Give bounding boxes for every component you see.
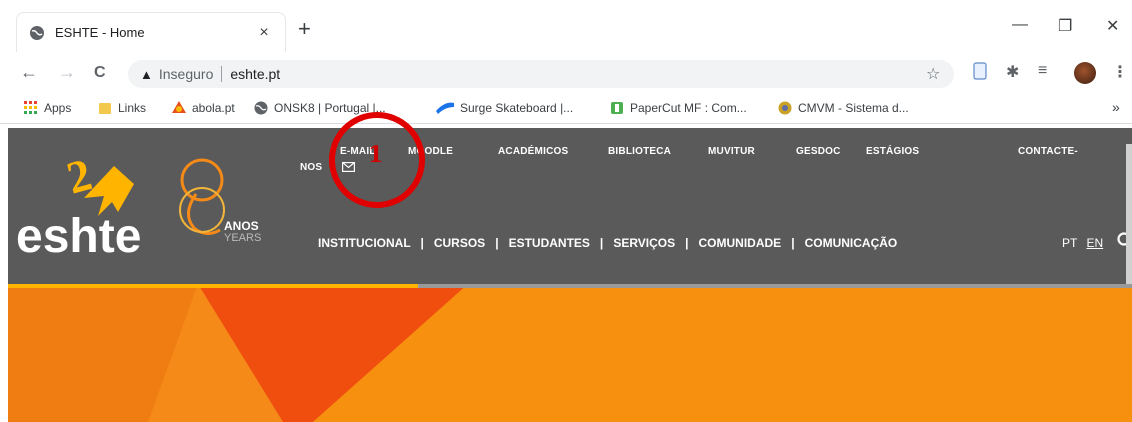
main-nav-institucional[interactable]: INSTITUCIONAL bbox=[318, 236, 410, 250]
svg-text:2: 2 bbox=[61, 154, 96, 204]
search-icon[interactable] bbox=[1116, 232, 1126, 250]
top-nav-biblioteca[interactable]: BIBLIOTECA bbox=[608, 146, 671, 157]
bookmark-cmvm[interactable]: CMVM - Sistema d... bbox=[778, 101, 909, 115]
hero-graphic bbox=[8, 284, 1132, 422]
bookmark-surge[interactable]: Surge Skateboard |... bbox=[436, 101, 573, 115]
restore-button[interactable]: ❐ bbox=[1058, 16, 1072, 36]
top-nav-contacte[interactable]: CONTACTE- bbox=[1018, 146, 1078, 157]
papercut-icon bbox=[611, 102, 623, 114]
bookmark-abola[interactable]: abola.pt bbox=[172, 101, 235, 115]
new-tab-button[interactable]: + bbox=[298, 18, 311, 40]
apps-grid-icon bbox=[24, 101, 37, 114]
nav-separator: | bbox=[488, 236, 506, 250]
site-header: 2 eshte ANOS YEARS E-MAIL MOODLE ACADÉMI… bbox=[8, 128, 1132, 284]
profile-avatar[interactable] bbox=[1074, 62, 1096, 84]
warning-icon[interactable]: ▲ bbox=[140, 67, 153, 82]
bookmark-label: Links bbox=[118, 101, 147, 115]
bookmark-label: abola.pt bbox=[192, 101, 235, 115]
hero-banner bbox=[8, 284, 1132, 422]
bookmarks-overflow-button[interactable]: » bbox=[1112, 99, 1120, 115]
main-nav-comunicacao[interactable]: COMUNICAÇÃO bbox=[805, 236, 898, 250]
globe-icon bbox=[30, 25, 44, 40]
main-nav-servicos[interactable]: SERVIÇOS bbox=[613, 236, 675, 250]
nav-separator: | bbox=[678, 236, 696, 250]
anniversary-anos: ANOS bbox=[224, 219, 259, 233]
minimize-button[interactable]: — bbox=[1012, 16, 1028, 34]
bookmark-label: Surge Skateboard |... bbox=[460, 101, 574, 115]
main-nav-cursos[interactable]: CURSOS bbox=[434, 236, 485, 250]
cmvm-icon bbox=[778, 101, 792, 115]
accent-bar bbox=[8, 284, 418, 288]
surge-icon bbox=[436, 102, 454, 114]
bookmarks-bar: Apps Links abola.pt ONSK8 | Portugal |..… bbox=[0, 94, 1132, 124]
top-nav-muvitur[interactable]: MUVITUR bbox=[708, 146, 755, 157]
top-nav-academicos[interactable]: ACADÉMICOS bbox=[498, 146, 568, 157]
divider bbox=[221, 66, 223, 82]
address-bar[interactable]: ▲ Inseguro eshte.pt bbox=[128, 60, 954, 88]
document-extension-icon[interactable] bbox=[972, 62, 988, 80]
reload-button[interactable]: C bbox=[94, 64, 106, 82]
extensions-puzzle-icon[interactable]: ✱ bbox=[1006, 62, 1019, 82]
close-window-button[interactable]: ✕ bbox=[1106, 16, 1119, 36]
bookmark-label: Apps bbox=[44, 101, 72, 115]
security-label: Inseguro bbox=[158, 66, 214, 82]
bookmark-label: PaperCut MF : Com... bbox=[630, 101, 747, 115]
top-nav-nos[interactable]: NOS bbox=[300, 162, 322, 173]
browser-toolbar: ← → C ▲ Inseguro eshte.pt bbox=[0, 54, 1132, 94]
tab-title: ESHTE - Home bbox=[55, 25, 145, 40]
bookmark-star-icon[interactable]: ☆ bbox=[926, 64, 940, 84]
website-viewport: 2 eshte ANOS YEARS E-MAIL MOODLE ACADÉMI… bbox=[8, 128, 1132, 422]
anniversary-years: YEARS bbox=[224, 232, 261, 244]
logo-wordmark: eshte bbox=[16, 210, 141, 263]
lang-en[interactable]: EN bbox=[1086, 236, 1103, 250]
main-nav-estudantes[interactable]: ESTUDANTES bbox=[509, 236, 590, 250]
nav-separator: | bbox=[413, 236, 431, 250]
lang-pt[interactable]: PT bbox=[1062, 236, 1077, 250]
reading-list-icon[interactable]: ≡ bbox=[1038, 62, 1047, 80]
anniversary-20-mark bbox=[179, 158, 225, 235]
top-nav-gesdoc[interactable]: GESDOC bbox=[796, 146, 841, 157]
bookmark-apps[interactable]: Apps bbox=[24, 101, 71, 115]
back-button[interactable]: ← bbox=[20, 62, 38, 83]
tab-eshte-home[interactable]: ESHTE - Home × bbox=[16, 12, 286, 52]
bookmark-links[interactable]: Links bbox=[98, 101, 146, 115]
tab-strip: ESHTE - Home × + — ❐ ✕ bbox=[0, 0, 1132, 54]
tab-close-icon[interactable]: × bbox=[255, 24, 273, 42]
accent-bar-grey bbox=[418, 284, 1132, 288]
annotation-number: 1 bbox=[368, 142, 384, 168]
forward-button[interactable]: → bbox=[58, 62, 76, 83]
main-nav-comunidade[interactable]: COMUNIDADE bbox=[699, 236, 782, 250]
top-nav-estagios[interactable]: ESTÁGIOS bbox=[866, 146, 919, 157]
url-text: eshte.pt bbox=[230, 66, 281, 82]
globe-icon bbox=[254, 101, 268, 115]
eshte-logo[interactable]: 2 eshte ANOS YEARS bbox=[14, 154, 304, 264]
bookmark-label: CMVM - Sistema d... bbox=[798, 101, 909, 115]
bookmark-papercut[interactable]: PaperCut MF : Com... bbox=[610, 101, 747, 115]
abola-icon bbox=[172, 101, 186, 113]
main-nav: INSTITUCIONAL | CURSOS | ESTUDANTES | SE… bbox=[318, 236, 897, 250]
language-switcher: PT EN bbox=[1062, 236, 1103, 250]
nav-separator: | bbox=[593, 236, 610, 250]
nav-separator: | bbox=[784, 236, 802, 250]
page-scrollbar[interactable] bbox=[1126, 144, 1132, 284]
menu-kebab-icon[interactable]: ⋮ bbox=[1112, 62, 1128, 82]
folder-icon bbox=[99, 103, 111, 114]
